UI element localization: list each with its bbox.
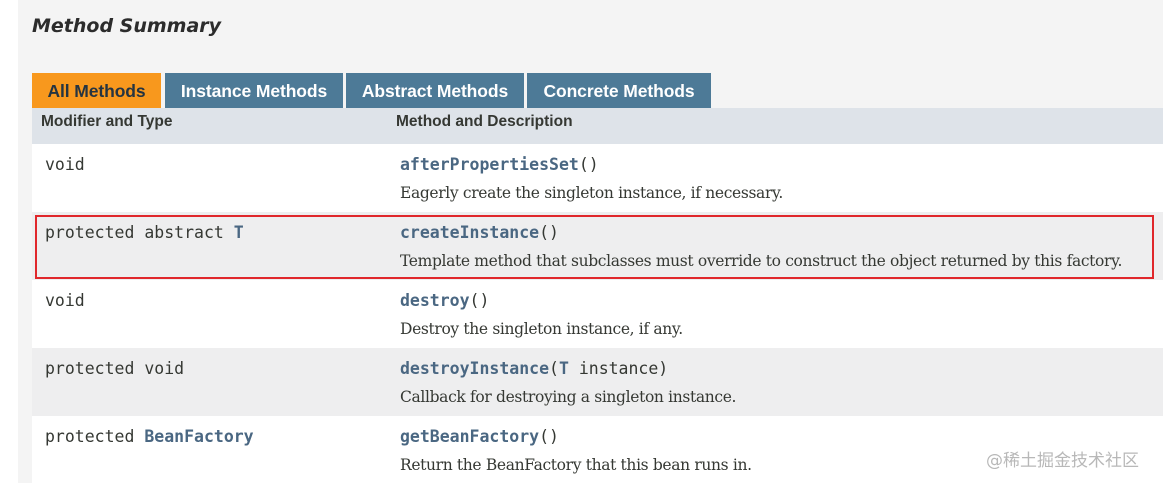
method-link-destroyInstance[interactable]: destroyInstance (400, 359, 549, 378)
params-open: ( (539, 223, 550, 242)
params-close: ) (658, 359, 669, 378)
method-link-destroy[interactable]: destroy (400, 291, 470, 310)
param-type-link[interactable]: T (559, 359, 569, 378)
table-header (32, 108, 1163, 144)
params-close: ) (479, 291, 490, 310)
column-header-modifier: Modifier and Type (41, 113, 173, 130)
method-description: Eagerly create the singleton instance, i… (400, 184, 783, 202)
method-description: Destroy the singleton instance, if any. (400, 320, 683, 338)
method-description: Template method that subclasses must ove… (400, 252, 1123, 270)
params-open: ( (469, 291, 480, 310)
params-open: ( (539, 427, 550, 446)
section-title: Method Summary (32, 15, 222, 37)
method-description: Callback for destroying a singleton inst… (400, 388, 737, 406)
method-signature: destroyInstance(T instance) (400, 359, 668, 378)
tab-instance-methods[interactable]: Instance Methods (165, 73, 343, 108)
params-open: ( (578, 155, 589, 174)
params-close: ) (588, 155, 599, 174)
method-signature: createInstance() (400, 223, 559, 242)
column-header-method: Method and Description (396, 113, 573, 130)
modifier-text: protected void (45, 359, 185, 378)
method-link-getBeanFactory[interactable]: getBeanFactory (400, 427, 539, 446)
tab-all-methods[interactable]: All Methods (32, 73, 161, 108)
method-signature: afterPropertiesSet() (400, 155, 599, 174)
method-link-createInstance[interactable]: createInstance (400, 223, 539, 242)
modifier-cell: void (45, 291, 85, 310)
method-signature: destroy() (400, 291, 489, 310)
modifier-cell: protected abstract T (45, 223, 244, 242)
params-close: ) (549, 427, 559, 446)
modifier-cell: void (45, 155, 85, 174)
params-open: ( (549, 359, 559, 378)
modifier-text: void (45, 155, 85, 174)
modifier-cell: protected BeanFactory (45, 427, 254, 446)
method-signature: getBeanFactory() (400, 427, 559, 446)
method-link-afterPropertiesSet[interactable]: afterPropertiesSet (400, 155, 579, 174)
modifier-text: protected abstract (45, 223, 234, 242)
tab-abstract-methods[interactable]: Abstract Methods (346, 73, 524, 108)
modifier-type-link[interactable]: BeanFactory (144, 427, 253, 446)
params-close: ) (549, 223, 559, 242)
tab-concrete-methods[interactable]: Concrete Methods (527, 73, 711, 108)
param-name: instance (568, 359, 659, 378)
watermark: @稀土掘金技术社区 (986, 451, 1139, 471)
method-description: Return the BeanFactory that this bean ru… (400, 456, 752, 474)
modifier-type-link[interactable]: T (234, 223, 244, 242)
modifier-text: void (45, 291, 85, 310)
modifier-text: protected (45, 427, 145, 446)
modifier-cell: protected void (45, 359, 184, 378)
